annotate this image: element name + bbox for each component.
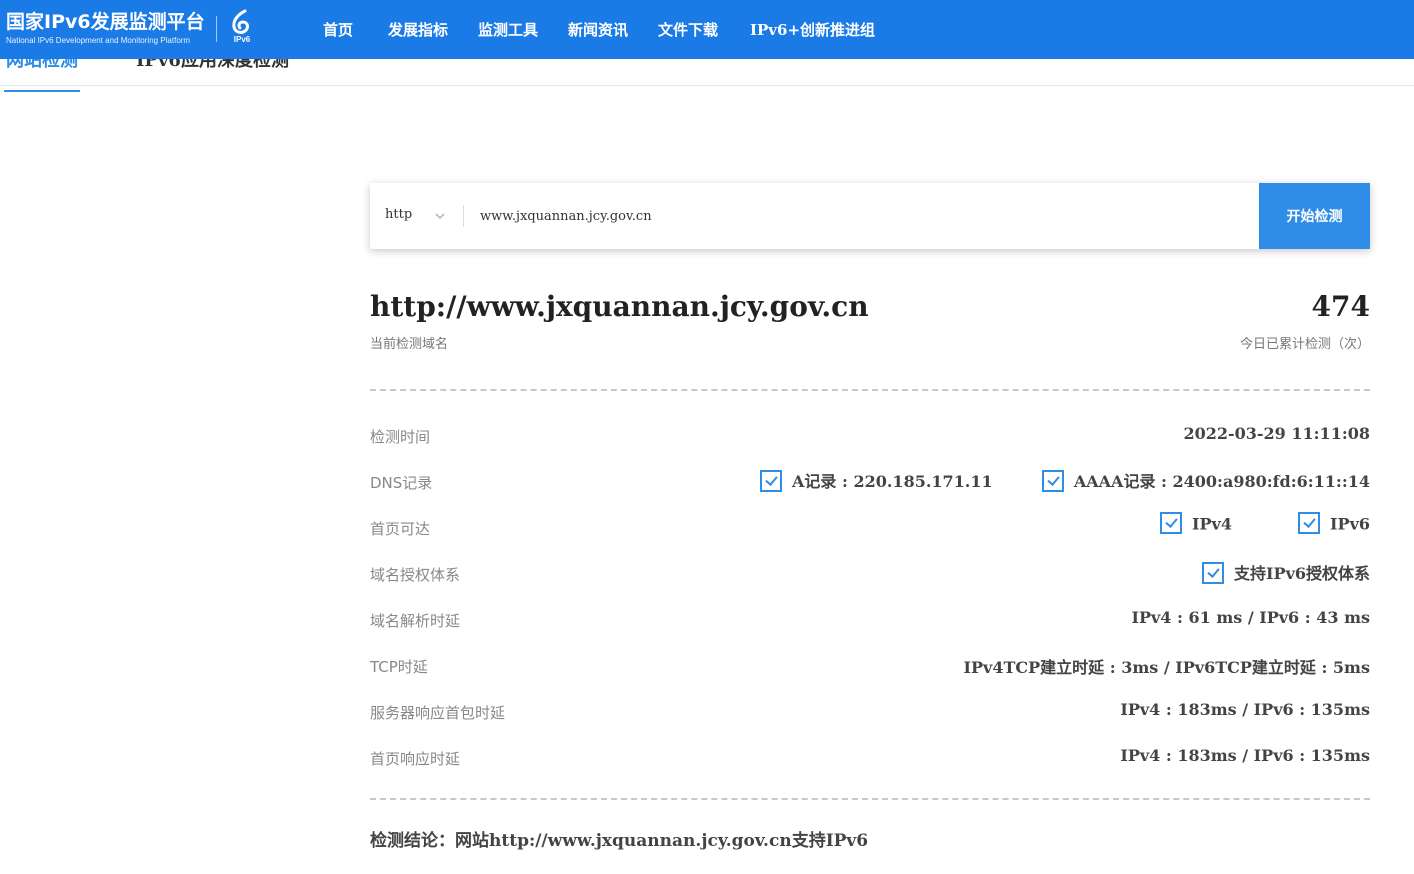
first-packet-latency-label: 服务器响应首包时延 bbox=[370, 704, 506, 722]
homepage-ipv4-check-icon bbox=[1160, 512, 1182, 534]
page-response-latency-value: IPv4 : 183ms / IPv6 : 135ms bbox=[1120, 746, 1370, 765]
result-row-homepage: 首页可达 IPv4 IPv6 bbox=[370, 512, 1370, 540]
dns-latency-label: 域名解析时延 bbox=[370, 612, 461, 630]
aaaa-record-check-icon bbox=[1041, 469, 1064, 492]
result-row-dns: DNS记录 A记录 : 220.185.171.11 AAAA记录 : 2400… bbox=[370, 468, 1370, 494]
main-nav: 首页 发展指标 监测工具 新闻资讯 文件下载 IPv6+创新推进组 bbox=[0, 0, 1414, 59]
result-row-first-packet: 服务器响应首包时延 IPv4 : 183ms / IPv6 : 135ms bbox=[370, 698, 1370, 724]
result-row-dns-latency: 域名解析时延 IPv4 : 61 ms / IPv6 : 43 ms bbox=[370, 606, 1370, 632]
nav-ipv6-plus[interactable]: IPv6+创新推进组 bbox=[750, 19, 875, 40]
check-time-value: 2022-03-29 11:11:08 bbox=[1183, 424, 1370, 443]
domain-auth-text: 支持IPv6授权体系 bbox=[1234, 564, 1370, 583]
chevron-down-icon[interactable] bbox=[434, 210, 446, 222]
domain-auth-item: 支持IPv6授权体系 bbox=[1202, 560, 1370, 586]
domain-input[interactable] bbox=[474, 201, 1244, 231]
result-row-time: 检测时间 2022-03-29 11:11:08 bbox=[370, 422, 1370, 448]
a-record-check-icon bbox=[760, 469, 782, 492]
nav-monitor-tools[interactable]: 监测工具 bbox=[478, 19, 538, 40]
divider-top bbox=[370, 389, 1370, 391]
dns-record-label: DNS记录 bbox=[370, 474, 433, 492]
homepage-ipv6-text: IPv6 bbox=[1330, 514, 1370, 534]
homepage-reachable-label: 首页可达 bbox=[370, 520, 431, 538]
nav-downloads[interactable]: 文件下载 bbox=[658, 19, 718, 40]
nav-news[interactable]: 新闻资讯 bbox=[568, 19, 628, 40]
nav-indicators[interactable]: 发展指标 bbox=[388, 19, 448, 40]
result-row-tcp: TCP时延 IPv4TCP建立时延 : 3ms / IPv6TCP建立时延 : … bbox=[370, 652, 1370, 678]
today-check-count-label: 今日已累计检测（次） bbox=[1239, 337, 1370, 352]
a-record-item: A记录 : 220.185.171.11 bbox=[760, 468, 993, 494]
tcp-latency-label: TCP时延 bbox=[370, 658, 428, 676]
aaaa-record-text: AAAA记录 : 2400:a980:fd:6:11::14 bbox=[1073, 472, 1370, 491]
today-check-count: 474 bbox=[1311, 290, 1370, 323]
first-packet-latency-value: IPv4 : 183ms / IPv6 : 135ms bbox=[1120, 700, 1370, 719]
current-domain: http://www.jxquannan.jcy.gov.cn bbox=[370, 290, 869, 323]
domain-auth-check-icon bbox=[1202, 561, 1225, 584]
check-time-label: 检测时间 bbox=[370, 428, 431, 446]
protocol-divider bbox=[463, 205, 464, 227]
start-check-button[interactable]: 开始检测 bbox=[1259, 183, 1370, 249]
domain-auth-label: 域名授权体系 bbox=[370, 566, 461, 584]
nav-home[interactable]: 首页 bbox=[323, 19, 353, 40]
homepage-ipv4-text: IPv4 bbox=[1192, 514, 1232, 534]
top-header: 国家IPv6发展监测平台 National IPv6 Development a… bbox=[0, 0, 1414, 59]
check-conclusion: 检测结论：网站http://www.jxquannan.jcy.gov.cn支持… bbox=[370, 831, 869, 851]
divider-bottom bbox=[370, 798, 1370, 800]
aaaa-record-item: AAAA记录 : 2400:a980:fd:6:11::14 bbox=[1041, 468, 1370, 494]
tcp-latency-value: IPv4TCP建立时延 : 3ms / IPv6TCP建立时延 : 5ms bbox=[963, 658, 1370, 677]
result-row-page-response: 首页响应时延 IPv4 : 183ms / IPv6 : 135ms bbox=[370, 744, 1370, 770]
search-box: http 开始检测 bbox=[370, 183, 1370, 249]
dns-latency-value: IPv4 : 61 ms / IPv6 : 43 ms bbox=[1131, 608, 1370, 627]
current-domain-label: 当前检测域名 bbox=[370, 337, 449, 352]
result-row-auth: 域名授权体系 支持IPv6授权体系 bbox=[370, 560, 1370, 586]
homepage-ipv6-item: IPv6 bbox=[1298, 512, 1370, 536]
protocol-select-value[interactable]: http bbox=[385, 207, 412, 222]
a-record-text: A记录 : 220.185.171.11 bbox=[792, 472, 993, 491]
homepage-ipv4-item: IPv4 bbox=[1160, 512, 1232, 536]
page-response-latency-label: 首页响应时延 bbox=[370, 750, 461, 768]
homepage-ipv6-check-icon bbox=[1298, 512, 1321, 534]
